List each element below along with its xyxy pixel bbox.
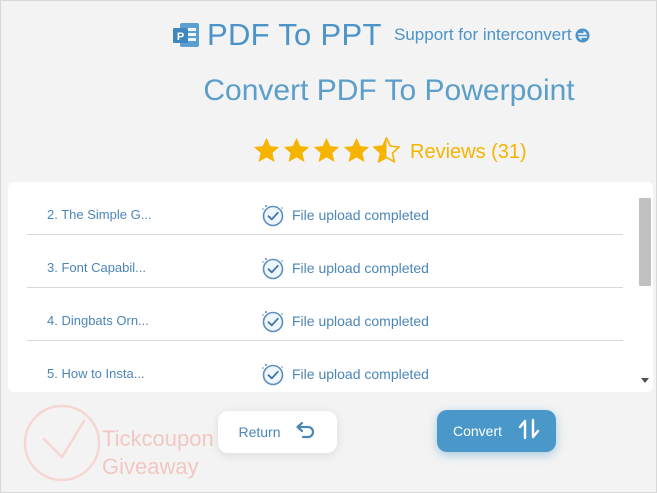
support-interconvert-link[interactable]: Support for interconvert [394, 25, 590, 45]
rating: Reviews (31) [252, 134, 527, 166]
upload-status: File upload completed [260, 308, 429, 334]
file-row: 4. Dingbats Orn... File upload completed [27, 288, 623, 341]
watermark-text: Tickcoupon Giveaway [102, 425, 214, 481]
star-full-icon [252, 136, 281, 165]
upload-complete-icon [260, 202, 286, 228]
file-list-panel: 2. The Simple G... File upload completed… [8, 182, 653, 392]
status-text: File upload completed [292, 260, 429, 276]
file-name: 5. How to Insta... [47, 366, 145, 381]
upload-complete-icon [260, 361, 286, 387]
svg-text:P: P [177, 31, 184, 43]
file-name: 3. Font Capabil... [47, 260, 146, 275]
upload-status: File upload completed [260, 255, 429, 281]
watermark-check-icon [22, 401, 104, 483]
watermark: Tickcoupon Giveaway [22, 401, 222, 486]
support-text: Support for interconvert [394, 25, 572, 44]
file-row: 3. Font Capabil... File upload completed [27, 235, 623, 288]
reviews-count[interactable]: Reviews (31) [410, 141, 527, 164]
return-button-label: Return [238, 424, 281, 440]
file-row: 2. The Simple G... File upload completed [27, 182, 623, 235]
file-row: 5. How to Insta... File upload completed [27, 341, 623, 393]
scrollbar-thumb[interactable] [639, 198, 651, 286]
file-name: 4. Dingbats Orn... [47, 313, 149, 328]
app-title: PDF To PPT [207, 17, 382, 52]
status-text: File upload completed [292, 313, 429, 329]
file-name: 2. The Simple G... [47, 207, 152, 222]
brand: P PDF To PPT [171, 15, 382, 55]
star-full-icon [282, 136, 311, 165]
powerpoint-icon: P [171, 20, 201, 50]
swap-icon [575, 28, 590, 43]
watermark-line-2: Giveaway [102, 454, 199, 479]
convert-arrows-icon [518, 418, 540, 445]
page-headline: Convert PDF To Powerpoint [203, 74, 575, 107]
scroll-down-arrow-icon[interactable] [641, 378, 649, 383]
watermark-line-1: Tickcoupon [102, 426, 214, 451]
upload-status: File upload completed [260, 361, 429, 387]
star-half-icon [372, 136, 401, 165]
star-full-icon [312, 136, 341, 165]
file-list-scrollbar[interactable] [637, 190, 651, 390]
upload-complete-icon [260, 255, 286, 281]
upload-status: File upload completed [260, 202, 429, 228]
status-text: File upload completed [292, 207, 429, 223]
status-text: File upload completed [292, 366, 429, 382]
star-full-icon [342, 136, 371, 165]
convert-button[interactable]: Convert [437, 410, 556, 452]
upload-complete-icon [260, 308, 286, 334]
undo-arrow-icon [295, 421, 317, 444]
file-list: 2. The Simple G... File upload completed… [27, 182, 623, 393]
return-button[interactable]: Return [218, 411, 337, 453]
app-window: P PDF To PPT Support for interconvert Co… [0, 0, 657, 493]
convert-button-label: Convert [452, 423, 503, 439]
